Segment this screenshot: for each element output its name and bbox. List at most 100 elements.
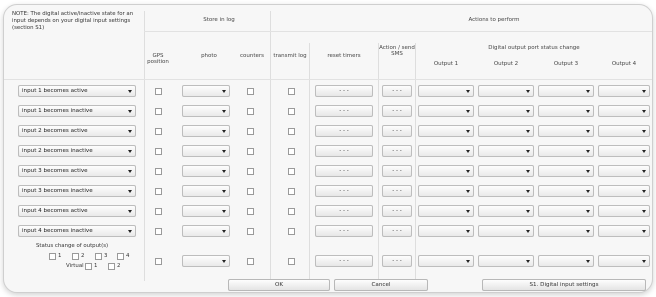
output3-select[interactable] [538, 105, 594, 117]
transmit-checkbox[interactable] [288, 228, 295, 235]
output1-select[interactable] [418, 185, 474, 197]
status-gps-checkbox[interactable] [155, 258, 162, 265]
ok-button[interactable]: OK [228, 279, 330, 291]
send-sms-button[interactable]: - - - [382, 85, 412, 97]
counters-checkbox[interactable] [247, 148, 254, 155]
reset-timers-button[interactable]: - - - [315, 185, 373, 197]
output1-select[interactable] [418, 225, 474, 237]
event-select[interactable]: input 2 becomes inactive [18, 145, 136, 157]
send-sms-button[interactable]: - - - [382, 125, 412, 137]
status-output-1-checkbox[interactable] [49, 253, 56, 260]
gps-checkbox[interactable] [155, 208, 162, 215]
transmit-checkbox[interactable] [288, 88, 295, 95]
output2-select[interactable] [478, 145, 534, 157]
output2-select[interactable] [478, 105, 534, 117]
output3-select[interactable] [538, 145, 594, 157]
gps-checkbox[interactable] [155, 128, 162, 135]
gps-checkbox[interactable] [155, 228, 162, 235]
photo-select[interactable] [182, 145, 230, 157]
output2-select[interactable] [478, 85, 534, 97]
output3-select[interactable] [538, 85, 594, 97]
output3-select[interactable] [538, 205, 594, 217]
photo-select[interactable] [182, 125, 230, 137]
photo-select[interactable] [182, 205, 230, 217]
output4-select[interactable] [598, 205, 650, 217]
event-select[interactable]: input 1 becomes active [18, 85, 136, 97]
output3-select[interactable] [538, 125, 594, 137]
transmit-checkbox[interactable] [288, 168, 295, 175]
event-select[interactable]: input 1 becomes inactive [18, 105, 136, 117]
output2-select[interactable] [478, 225, 534, 237]
output4-select[interactable] [598, 185, 650, 197]
status-output2-select[interactable] [478, 255, 534, 267]
event-select[interactable]: input 4 becomes active [18, 205, 136, 217]
send-sms-button[interactable]: - - - [382, 145, 412, 157]
photo-select[interactable] [182, 165, 230, 177]
transmit-checkbox[interactable] [288, 188, 295, 195]
counters-checkbox[interactable] [247, 88, 254, 95]
output1-select[interactable] [418, 85, 474, 97]
output3-select[interactable] [538, 185, 594, 197]
output1-select[interactable] [418, 205, 474, 217]
send-sms-button[interactable]: - - - [382, 225, 412, 237]
counters-checkbox[interactable] [247, 208, 254, 215]
event-select[interactable]: input 4 becomes inactive [18, 225, 136, 237]
send-sms-button[interactable]: - - - [382, 205, 412, 217]
event-select[interactable]: input 3 becomes active [18, 165, 136, 177]
event-select[interactable]: input 3 becomes inactive [18, 185, 136, 197]
cancel-button[interactable]: Cancel [334, 279, 428, 291]
output1-select[interactable] [418, 105, 474, 117]
photo-select[interactable] [182, 105, 230, 117]
send-sms-button[interactable]: - - - [382, 185, 412, 197]
digital-input-settings-button[interactable]: S1. Digital input settings [482, 279, 646, 291]
photo-select[interactable] [182, 85, 230, 97]
counters-checkbox[interactable] [247, 128, 254, 135]
send-sms-button[interactable]: - - - [382, 165, 412, 177]
transmit-checkbox[interactable] [288, 208, 295, 215]
gps-checkbox[interactable] [155, 188, 162, 195]
photo-select[interactable] [182, 185, 230, 197]
counters-checkbox[interactable] [247, 228, 254, 235]
transmit-checkbox[interactable] [288, 128, 295, 135]
output3-select[interactable] [538, 225, 594, 237]
output3-select[interactable] [538, 165, 594, 177]
output4-select[interactable] [598, 145, 650, 157]
gps-checkbox[interactable] [155, 108, 162, 115]
reset-timers-button[interactable]: - - - [315, 225, 373, 237]
gps-checkbox[interactable] [155, 88, 162, 95]
gps-checkbox[interactable] [155, 168, 162, 175]
counters-checkbox[interactable] [247, 188, 254, 195]
reset-timers-button[interactable]: - - - [315, 105, 373, 117]
output1-select[interactable] [418, 165, 474, 177]
photo-select[interactable] [182, 225, 230, 237]
output4-select[interactable] [598, 225, 650, 237]
reset-timers-button[interactable]: - - - [315, 205, 373, 217]
transmit-checkbox[interactable] [288, 148, 295, 155]
reset-timers-button[interactable]: - - - [315, 125, 373, 137]
event-select[interactable]: input 2 becomes active [18, 125, 136, 137]
output2-select[interactable] [478, 185, 534, 197]
output1-select[interactable] [418, 125, 474, 137]
virtual-1-checkbox[interactable] [85, 263, 92, 270]
output4-select[interactable] [598, 105, 650, 117]
transmit-checkbox[interactable] [288, 108, 295, 115]
gps-checkbox[interactable] [155, 148, 162, 155]
status-output4-select[interactable] [598, 255, 650, 267]
status-transmit-checkbox[interactable] [288, 258, 295, 265]
reset-timers-button[interactable]: - - - [315, 85, 373, 97]
status-output-4-checkbox[interactable] [117, 253, 124, 260]
counters-checkbox[interactable] [247, 108, 254, 115]
status-photo-select[interactable] [182, 255, 230, 267]
output2-select[interactable] [478, 125, 534, 137]
output4-select[interactable] [598, 85, 650, 97]
counters-checkbox[interactable] [247, 168, 254, 175]
output2-select[interactable] [478, 165, 534, 177]
status-output-3-checkbox[interactable] [95, 253, 102, 260]
status-output3-select[interactable] [538, 255, 594, 267]
virtual-2-checkbox[interactable] [108, 263, 115, 270]
status-reset-timers-button[interactable]: - - - [315, 255, 373, 267]
status-counters-checkbox[interactable] [247, 258, 254, 265]
output2-select[interactable] [478, 205, 534, 217]
status-sms-button[interactable]: - - - [382, 255, 412, 267]
reset-timers-button[interactable]: - - - [315, 165, 373, 177]
